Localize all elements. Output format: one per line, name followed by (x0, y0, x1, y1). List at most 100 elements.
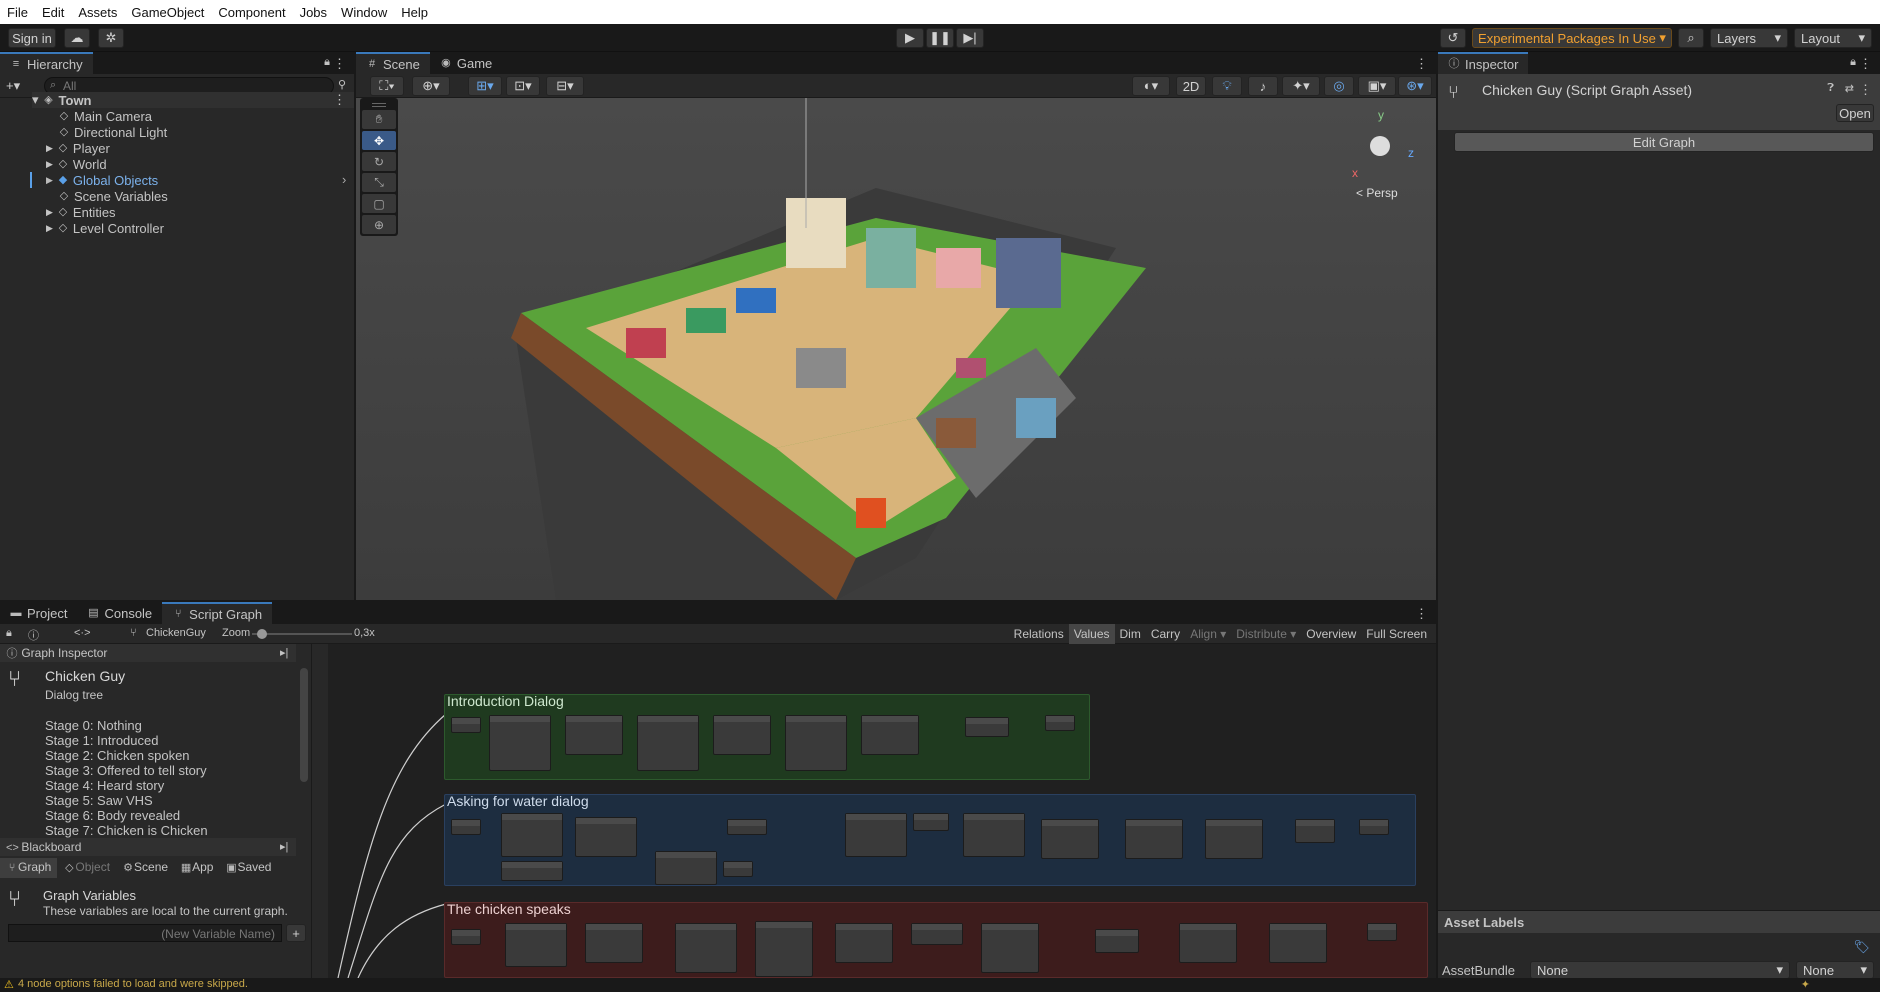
graph-node[interactable] (1359, 819, 1389, 835)
graph-node[interactable] (963, 813, 1025, 857)
menu-assets[interactable]: Assets (71, 5, 124, 20)
snap-icon[interactable]: ⊞▾ (468, 76, 502, 96)
graph-node[interactable] (1045, 715, 1075, 731)
scene-kebab-icon[interactable]: ⋮ (1415, 56, 1428, 72)
lock-icon[interactable]: 🔒︎ (324, 56, 330, 69)
graph-node[interactable] (981, 923, 1039, 973)
add-icon[interactable]: +▾ (6, 78, 20, 94)
asset-bundle-dropdown[interactable]: None ▾ (1530, 961, 1790, 979)
graph-node[interactable] (1095, 929, 1139, 953)
tab-inspector[interactable]: ⓘ Inspector (1438, 52, 1529, 74)
tool-handle-icon[interactable]: ⛶▾ (370, 76, 404, 96)
toggle-2d-button[interactable]: 2D (1176, 76, 1206, 96)
values-toggle[interactable]: Values (1068, 624, 1115, 644)
menu-component[interactable]: Component (211, 5, 292, 20)
kebab-menu-icon[interactable]: ⋮ (1859, 56, 1872, 72)
rotate-tool-icon[interactable]: ↻ (362, 152, 396, 171)
graph-node[interactable] (505, 923, 567, 967)
graph-node[interactable] (755, 921, 813, 977)
blackboard-tab-object[interactable]: ◇ Object (57, 858, 116, 878)
label-icon[interactable]: 🏷︎ (1853, 939, 1870, 955)
relations-toggle[interactable]: Relations (1009, 624, 1069, 644)
graph-node[interactable] (1179, 923, 1237, 963)
graph-node[interactable] (655, 851, 717, 885)
history-icon[interactable]: ↺ (1440, 28, 1466, 48)
blackboard-tab-saved[interactable]: ▣Saved (219, 858, 277, 878)
add-variable-button[interactable]: + (286, 924, 306, 942)
kebab-menu-icon[interactable]: ⋮ (1415, 606, 1428, 622)
menu-help[interactable]: Help (394, 5, 435, 20)
menu-window[interactable]: Window (334, 5, 394, 20)
tab-project[interactable]: ▬ Project (0, 602, 77, 624)
drag-handle[interactable] (372, 103, 386, 107)
graph-node[interactable] (675, 923, 737, 973)
status-message[interactable]: 4 node options failed to load and were s… (18, 978, 248, 990)
layout-dropdown[interactable]: Layout ▾ (1794, 28, 1872, 48)
graph-node[interactable] (501, 813, 563, 857)
menu-gameobject[interactable]: GameObject (124, 5, 211, 20)
global-icon[interactable]: ⊕▾ (412, 76, 450, 96)
graph-node[interactable] (451, 929, 481, 945)
camera-icon[interactable]: ▣▾ (1358, 76, 1396, 96)
graph-node[interactable] (565, 715, 623, 755)
graph-node[interactable] (1269, 923, 1327, 963)
rect-tool-icon[interactable]: ▢ (362, 194, 396, 213)
hierarchy-item[interactable]: ◇ Scene Variables (58, 188, 168, 204)
graph-node[interactable] (451, 819, 481, 835)
graph-node[interactable] (489, 715, 551, 771)
graph-node[interactable] (575, 817, 637, 857)
effects-icon[interactable]: ✦▾ (1282, 76, 1320, 96)
blackboard-tab-app[interactable]: ▦App (174, 858, 219, 878)
graph-canvas[interactable]: Introduction Dialog Asking for water dia… (328, 644, 1436, 978)
menu-edit[interactable]: Edit (35, 5, 71, 20)
preset-icon[interactable]: ⇄ (1845, 82, 1854, 95)
tab-script-graph[interactable]: ⑂ Script Graph (162, 602, 273, 624)
lock-icon[interactable]: 🔒︎ (6, 627, 12, 640)
search-icon[interactable]: ⌕ (1678, 28, 1704, 48)
grid-snap-icon[interactable]: ⊡▾ (506, 76, 540, 96)
graph-inspector-scrollbar[interactable] (300, 668, 308, 782)
tab-console[interactable]: ▤ Console (77, 602, 162, 624)
graph-node[interactable] (1295, 819, 1335, 843)
graph-node[interactable] (913, 813, 949, 831)
graph-node[interactable] (1367, 923, 1397, 941)
graph-node[interactable] (501, 861, 563, 881)
hierarchy-item[interactable]: ▶ ◇ World (46, 156, 107, 172)
menu-jobs[interactable]: Jobs (293, 5, 334, 20)
hierarchy-item-prefab[interactable]: ▶ ◆ Global Objects (46, 172, 158, 188)
zoom-slider[interactable] (252, 629, 352, 639)
blackboard-tab-graph[interactable]: ⑂ Graph (0, 858, 58, 878)
graph-node[interactable] (965, 717, 1009, 737)
transform-tool-icon[interactable]: ⊕ (362, 215, 396, 234)
dock-icon[interactable]: ▸| (280, 646, 288, 659)
scene-kebab-icon[interactable]: ⋮ (333, 92, 346, 108)
sign-in-button[interactable]: Sign in (8, 28, 56, 48)
scale-tool-icon[interactable]: ⤡ (362, 173, 396, 192)
graph-node[interactable] (451, 717, 481, 733)
edit-graph-button[interactable]: Edit Graph (1454, 132, 1874, 152)
tab-hierarchy[interactable]: ≡ Hierarchy (0, 52, 93, 74)
graph-node[interactable] (911, 923, 963, 945)
hierarchy-item[interactable]: ▶ ◇ Entities (46, 204, 116, 220)
play-button[interactable]: ▶ (896, 28, 924, 48)
graph-node[interactable] (1041, 819, 1099, 859)
lighting-icon[interactable]: 💡︎ (1212, 76, 1242, 96)
hand-tool-icon[interactable]: ✋︎ (362, 110, 396, 129)
move-tool-icon[interactable]: ✥ (362, 131, 396, 150)
graph-node[interactable] (1125, 819, 1183, 859)
open-button[interactable]: Open (1836, 104, 1874, 122)
projection-label[interactable]: < Persp (1356, 186, 1398, 200)
new-variable-input[interactable]: (New Variable Name) (8, 924, 282, 942)
increment-snap-icon[interactable]: ⊟▾ (546, 76, 584, 96)
graph-breadcrumb[interactable]: ChickenGuy (146, 627, 206, 639)
step-button[interactable]: ▶| (956, 28, 984, 48)
full-screen-button[interactable]: Full Screen (1361, 624, 1432, 644)
distribute-dropdown[interactable]: Distribute ▾ (1231, 624, 1301, 644)
code-icon[interactable]: <·> (74, 627, 91, 639)
carry-toggle[interactable]: Carry (1146, 624, 1185, 644)
shading-mode-icon[interactable]: ◐▾ (1132, 76, 1170, 96)
filter-icon[interactable]: ⚲ (338, 78, 346, 91)
graph-node[interactable] (785, 715, 847, 771)
info-icon[interactable]: ⓘ (28, 627, 39, 643)
chevron-right-icon[interactable]: › (342, 172, 346, 187)
